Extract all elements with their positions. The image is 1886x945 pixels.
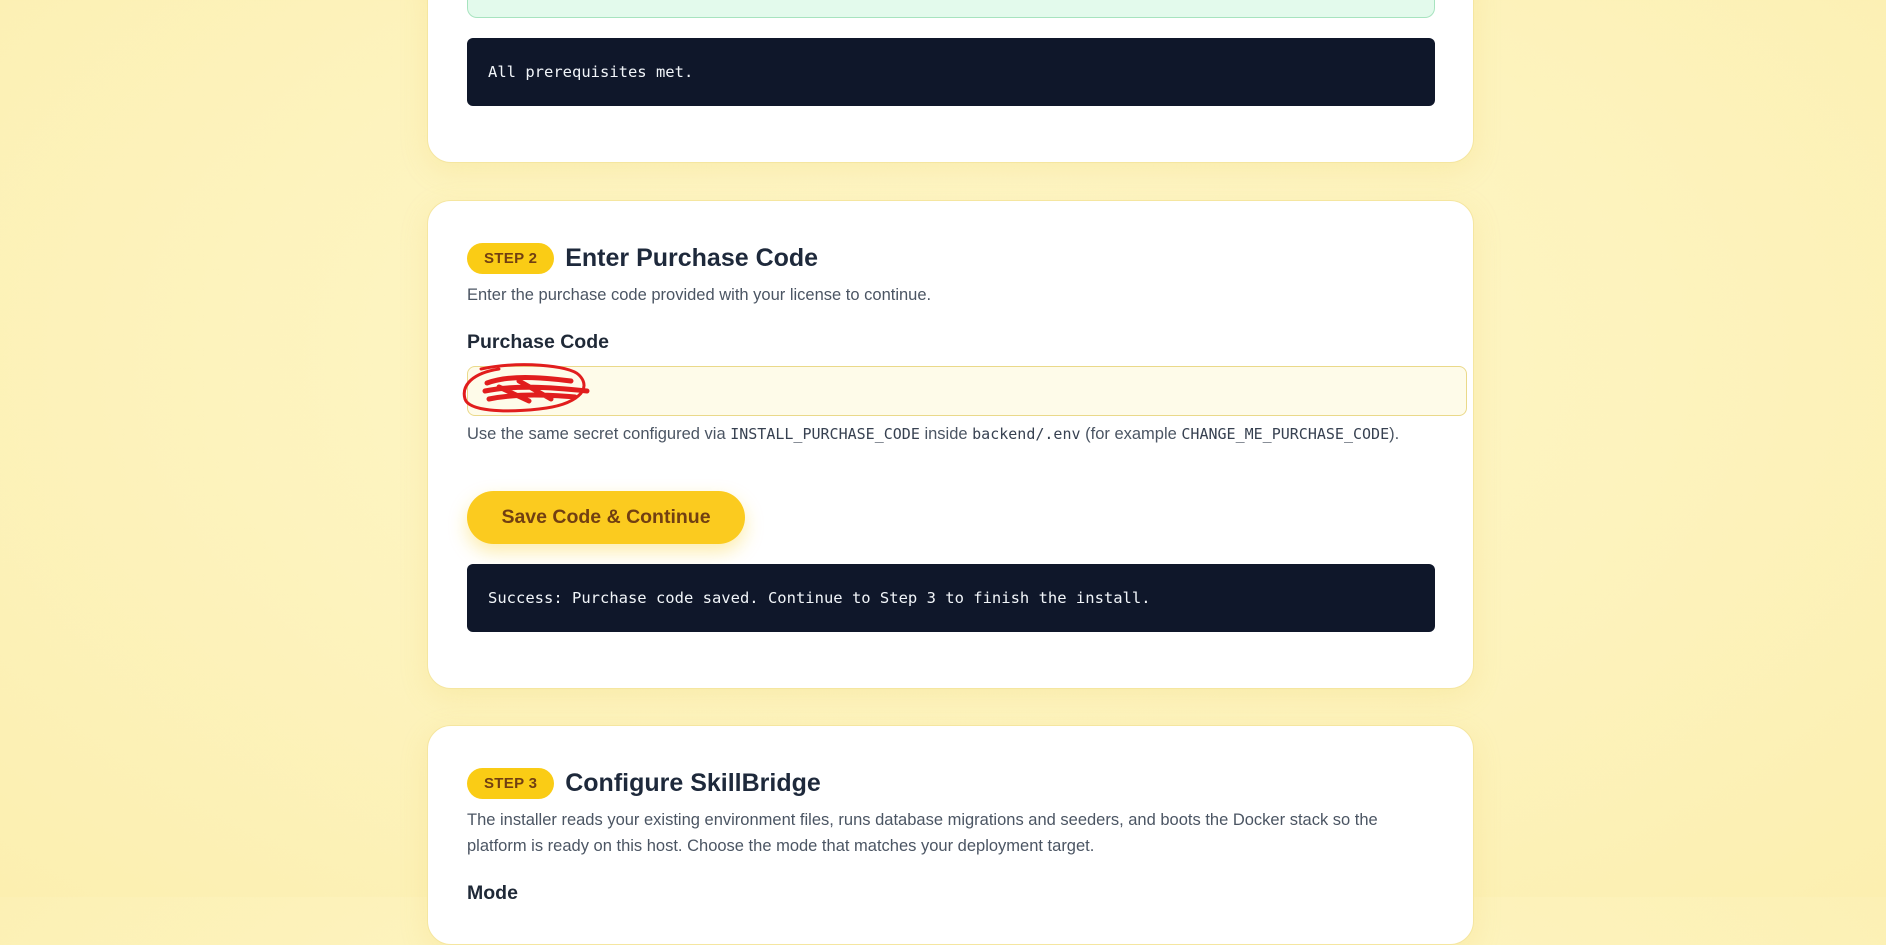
step3-header: STEP 3 Configure SkillBridge xyxy=(467,768,821,799)
env-var-name: INSTALL_PURCHASE_CODE xyxy=(730,425,920,443)
purchase-code-label: Purchase Code xyxy=(467,331,609,353)
helper-text-middle: inside xyxy=(919,425,973,443)
step1-console-output: All prerequisites met. xyxy=(467,38,1435,106)
purchase-code-input[interactable] xyxy=(467,366,1467,416)
step2-badge: STEP 2 xyxy=(467,243,555,274)
env-file-path: backend/.env xyxy=(972,425,1081,443)
example-code: CHANGE_ME_PURCHASE_CODE xyxy=(1181,425,1390,443)
helper-text-example: (for example xyxy=(1080,425,1182,443)
purchase-code-helper: Use the same secret configured via INSTA… xyxy=(467,425,1399,444)
prerequisites-status-box xyxy=(467,0,1435,18)
step3-card: STEP 3 Configure SkillBridge The install… xyxy=(427,725,1474,945)
step1-card: All prerequisites met. xyxy=(427,0,1474,163)
step3-title: Configure SkillBridge xyxy=(565,769,821,797)
step2-title: Enter Purchase Code xyxy=(565,244,819,272)
save-code-continue-button[interactable]: Save Code & Continue xyxy=(467,491,745,544)
step3-badge: STEP 3 xyxy=(467,768,555,799)
step2-header: STEP 2 Enter Purchase Code xyxy=(467,243,818,274)
helper-text-suffix: ). xyxy=(1389,425,1400,443)
step2-card: STEP 2 Enter Purchase Code Enter the pur… xyxy=(427,200,1474,689)
helper-text-prefix: Use the same secret configured via xyxy=(467,425,731,443)
step2-console-output: Success: Purchase code saved. Continue t… xyxy=(467,564,1435,632)
mode-label: Mode xyxy=(467,882,518,904)
step3-description: The installer reads your existing enviro… xyxy=(467,811,1378,855)
step2-description: Enter the purchase code provided with yo… xyxy=(467,286,932,304)
